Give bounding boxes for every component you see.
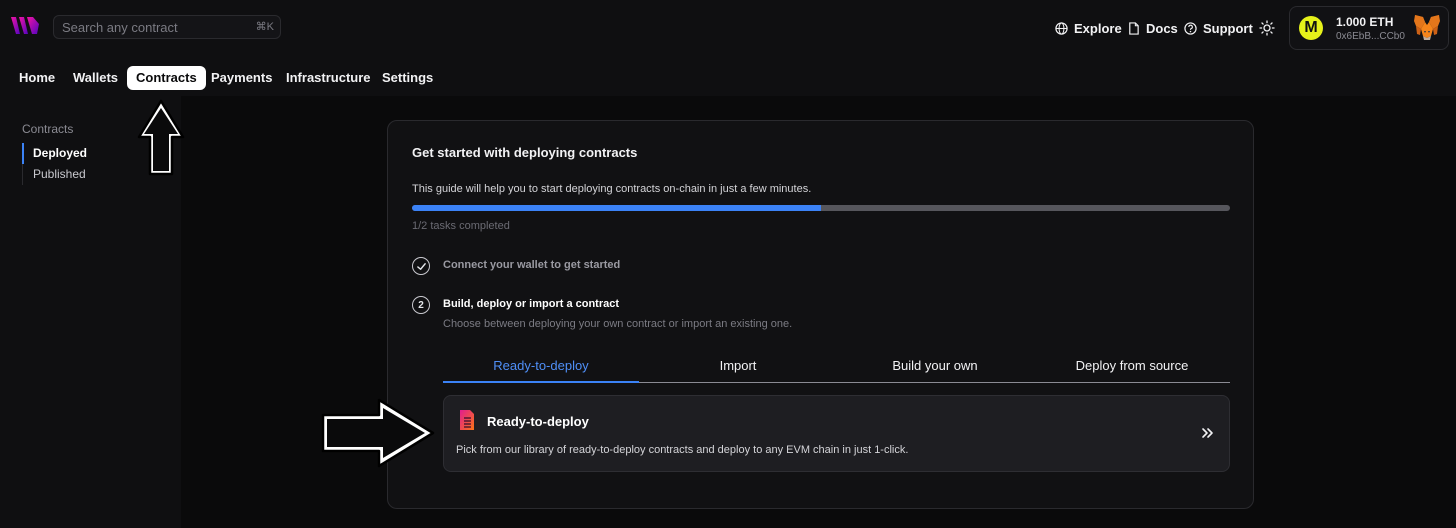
progress-text: 1/2 tasks completed [412, 220, 510, 232]
wallet-address: 0x6EbB...CCb0 [1336, 31, 1405, 42]
search-bar[interactable]: ⌘K [53, 15, 281, 39]
nav-wallets[interactable]: Wallets [64, 66, 127, 90]
step-2-title: Build, deploy or import a contract [443, 298, 620, 310]
thirdweb-logo[interactable] [10, 14, 40, 38]
tab-deploy-from-source[interactable]: Deploy from source [1034, 357, 1230, 383]
top-header: ⌘K Explore Docs Support M 1.000 ETH 0x6E… [0, 0, 1456, 96]
nav-payments[interactable]: Payments [202, 66, 281, 90]
support-label: Support [1203, 20, 1253, 36]
help-circle-icon [1184, 21, 1197, 35]
progress-bar-fill [412, 205, 821, 211]
up-arrow-annotation [137, 99, 185, 176]
deploy-tabs: Ready-to-deploy Import Build your own De… [443, 357, 1230, 383]
step-1-title: Connect your wallet to get started [443, 259, 621, 271]
step-2-subtitle: Choose between deploying your own contra… [443, 318, 793, 330]
explore-link[interactable]: Explore [1055, 20, 1122, 36]
progress-bar [412, 205, 1230, 211]
search-shortcut: ⌘K [255, 21, 274, 33]
tab-build-your-own[interactable]: Build your own [837, 357, 1033, 383]
wallet-balance: 1.000 ETH [1336, 15, 1394, 29]
search-input[interactable] [62, 19, 252, 35]
nav-infrastructure[interactable]: Infrastructure [277, 66, 380, 90]
tab-import[interactable]: Import [640, 357, 836, 383]
card-description: This guide will help you to start deploy… [412, 183, 812, 195]
check-icon [416, 262, 426, 270]
step-number-badge: 2 [412, 296, 430, 314]
document-icon [1129, 21, 1139, 35]
docs-label: Docs [1146, 20, 1178, 36]
contract-file-icon [460, 410, 474, 430]
wallet-button[interactable]: M 1.000 ETH 0x6EbB...CCb0 [1289, 6, 1449, 50]
card-title: Get started with deploying contracts [412, 145, 638, 160]
metamask-fox-icon [1414, 15, 1440, 40]
option-description: Pick from our library of ready-to-deploy… [456, 444, 909, 456]
right-arrow-annotation [321, 398, 435, 468]
nav-home[interactable]: Home [10, 66, 64, 90]
option-title: Ready-to-deploy [487, 414, 589, 429]
explore-label: Explore [1074, 20, 1122, 36]
support-link[interactable]: Support [1184, 20, 1253, 36]
sidebar-title: Contracts [22, 122, 74, 136]
nav-settings[interactable]: Settings [373, 66, 442, 90]
ready-to-deploy-option[interactable]: Ready-to-deploy Pick from our library of… [443, 395, 1230, 472]
wallet-avatar: M [1299, 16, 1323, 40]
getting-started-card: Get started with deploying contracts Thi… [387, 120, 1254, 509]
nav-contracts[interactable]: Contracts [127, 66, 206, 90]
tab-ready-to-deploy[interactable]: Ready-to-deploy [443, 357, 639, 383]
docs-link[interactable]: Docs [1127, 20, 1178, 36]
chevrons-right-icon [1202, 428, 1213, 438]
step-complete-icon [412, 257, 430, 275]
globe-icon [1055, 21, 1068, 35]
sun-icon[interactable] [1259, 20, 1275, 36]
